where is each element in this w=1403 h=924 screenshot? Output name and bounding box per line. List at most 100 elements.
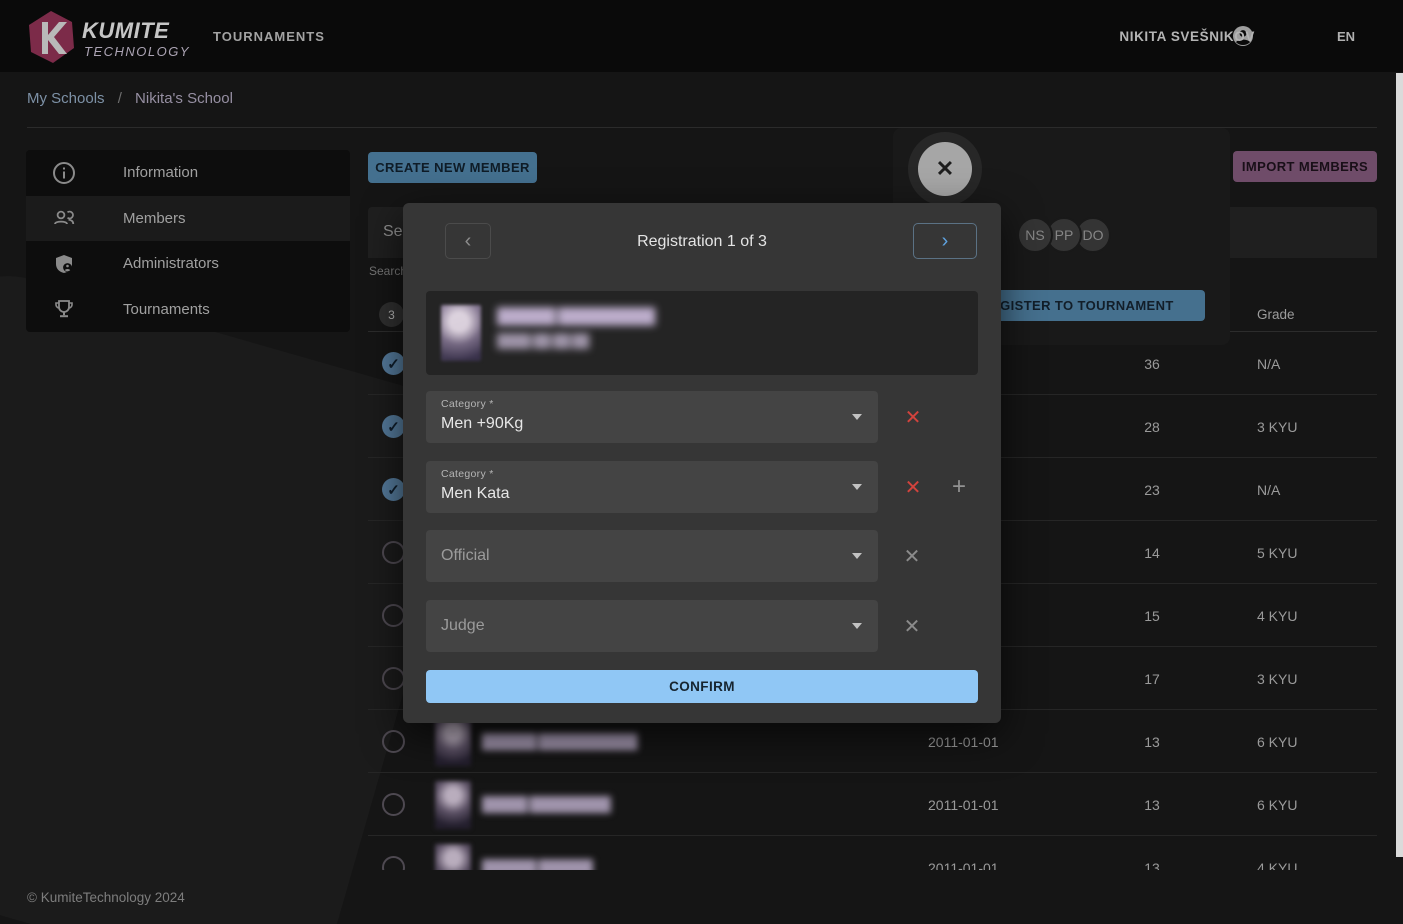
app-root: KUMITE TECHNOLOGY TOURNAMENTS NIKITA SVE… (0, 0, 1403, 924)
clear-icon: ✕ (904, 544, 921, 569)
row-checkbox[interactable]: ✓ (382, 352, 405, 375)
members-icon (52, 206, 76, 230)
sidebar-item-label: Information (123, 164, 198, 181)
member-age: 13 (1120, 734, 1184, 750)
clear-icon: ✕ (904, 614, 921, 639)
sidebar-item-administrators[interactable]: Administrators (26, 241, 350, 287)
member-age: 15 (1120, 608, 1184, 624)
row-checkbox[interactable]: ✓ (382, 478, 405, 501)
brand-logo[interactable]: KUMITE TECHNOLOGY (26, 8, 176, 64)
top-navbar: KUMITE TECHNOLOGY TOURNAMENTS NIKITA SVE… (0, 0, 1403, 72)
footer-copyright: © KumiteTechnology 2024 (27, 890, 185, 905)
sidebar-item-label: Members (123, 210, 186, 227)
member-grade: 3 KYU (1257, 419, 1297, 435)
tournaments-icon (52, 297, 76, 321)
breadcrumb-current: Nikita's School (135, 90, 233, 107)
breadcrumb-my-schools[interactable]: My Schools (27, 90, 105, 107)
close-icon: ✕ (936, 156, 954, 182)
vertical-scrollbar[interactable] (1396, 73, 1403, 857)
category-select-2[interactable]: Category * Men Kata (426, 461, 878, 513)
sidebar-item-information[interactable]: Information (26, 150, 350, 196)
select-placeholder: Official (441, 547, 490, 565)
select-value: Men +90Kg (441, 415, 523, 433)
create-new-member-button[interactable]: CREATE NEW MEMBER (368, 152, 537, 183)
chevron-down-icon (852, 623, 862, 629)
member-grade: N/A (1257, 356, 1280, 372)
member-name-blurred: ██████ ███████████ (482, 733, 637, 749)
member-age: 23 (1120, 482, 1184, 498)
member-age: 36 (1120, 356, 1184, 372)
search-helper-text: Search (369, 264, 407, 278)
member-birthdate: 2011-01-01 (928, 860, 999, 870)
row-checkbox[interactable] (382, 541, 405, 564)
member-birthdate: 2011-01-01 (928, 734, 999, 750)
member-grade: 6 KYU (1257, 797, 1297, 813)
registration-modal: ‹ Registration 1 of 3 › ██████ █████████… (403, 203, 1001, 723)
remove-category-1-button[interactable]: ✕ (901, 405, 925, 429)
import-members-button[interactable]: IMPORT MEMBERS (1233, 151, 1377, 182)
member-grade: 6 KYU (1257, 734, 1297, 750)
select-label: Category * (441, 398, 494, 410)
member-age: 28 (1120, 419, 1184, 435)
select-value: Men Kata (441, 485, 509, 503)
chevron-down-icon (852, 414, 862, 420)
sidebar-item-label: Administrators (123, 255, 219, 272)
member-birthdate: 2011-01-01 (928, 797, 999, 813)
member-photo (435, 718, 471, 766)
chevron-down-icon (852, 553, 862, 559)
avatar[interactable]: NS (1017, 217, 1053, 253)
add-icon: + (952, 473, 966, 501)
row-checkbox[interactable] (382, 730, 405, 753)
category-select-1[interactable]: Category * Men +90Kg (426, 391, 878, 443)
member-name-blurred: ██████ ██████ (482, 859, 592, 870)
user-menu[interactable]: NIKITA SVEŠNIKOV (1119, 29, 1255, 44)
brand-subname: TECHNOLOGY (84, 44, 190, 59)
member-name-blurred: ██████ ██████████ (497, 308, 654, 325)
nav-tournaments-link[interactable]: TOURNAMENTS (213, 29, 325, 44)
row-checkbox[interactable] (382, 604, 405, 627)
table-row[interactable]: █████ █████████ 2011-01-01 13 6 KYU (368, 773, 1377, 836)
grade-column-header: Grade (1257, 307, 1295, 322)
official-select[interactable]: Official (426, 530, 878, 582)
school-sidebar: Information Members Administrators Tourn… (26, 150, 350, 332)
remove-icon: ✕ (905, 475, 922, 500)
selected-member-card: ██████ ██████████ ████-██-██ ██ (426, 291, 978, 375)
member-photo (441, 305, 481, 361)
clear-judge-button[interactable]: ✕ (900, 614, 924, 638)
select-label: Category * (441, 468, 494, 480)
add-category-button[interactable]: + (947, 475, 971, 499)
row-checkbox[interactable]: ✓ (382, 415, 405, 438)
remove-category-2-button[interactable]: ✕ (901, 475, 925, 499)
member-age: 17 (1120, 671, 1184, 687)
sidebar-item-tournaments[interactable]: Tournaments (26, 287, 350, 333)
member-name-blurred: █████ █████████ (482, 796, 610, 812)
remove-icon: ✕ (905, 405, 922, 430)
member-grade: 4 KYU (1257, 608, 1297, 624)
table-row[interactable]: ██████ ██████ 2011-01-01 13 4 KYU (368, 836, 1377, 870)
row-checkbox[interactable] (382, 667, 405, 690)
confirm-button[interactable]: CONFIRM (426, 670, 978, 703)
brand-name: KUMITE (82, 18, 169, 44)
administrators-icon (52, 252, 76, 276)
row-checkbox[interactable] (382, 856, 405, 870)
member-grade: 5 KYU (1257, 545, 1297, 561)
member-photo (435, 781, 471, 829)
judge-select[interactable]: Judge (426, 600, 878, 652)
row-checkbox[interactable] (382, 793, 405, 816)
member-photo (435, 844, 471, 870)
kumite-hexagon-logo-icon (26, 10, 76, 64)
member-age: 13 (1120, 797, 1184, 813)
breadcrumb-separator: / (118, 90, 122, 107)
sidebar-item-members[interactable]: Members (26, 196, 350, 242)
member-grade: N/A (1257, 482, 1280, 498)
next-registration-button[interactable]: › (913, 223, 977, 259)
close-panel-button[interactable]: ✕ (918, 142, 972, 196)
member-grade: 3 KYU (1257, 671, 1297, 687)
clear-official-button[interactable]: ✕ (900, 544, 924, 568)
info-icon (52, 161, 76, 185)
language-switcher[interactable]: EN (1337, 29, 1355, 44)
select-placeholder: Judge (441, 617, 485, 635)
member-grade: 4 KYU (1257, 860, 1297, 870)
modal-title: Registration 1 of 3 (403, 233, 1001, 251)
sidebar-item-label: Tournaments (123, 301, 210, 318)
